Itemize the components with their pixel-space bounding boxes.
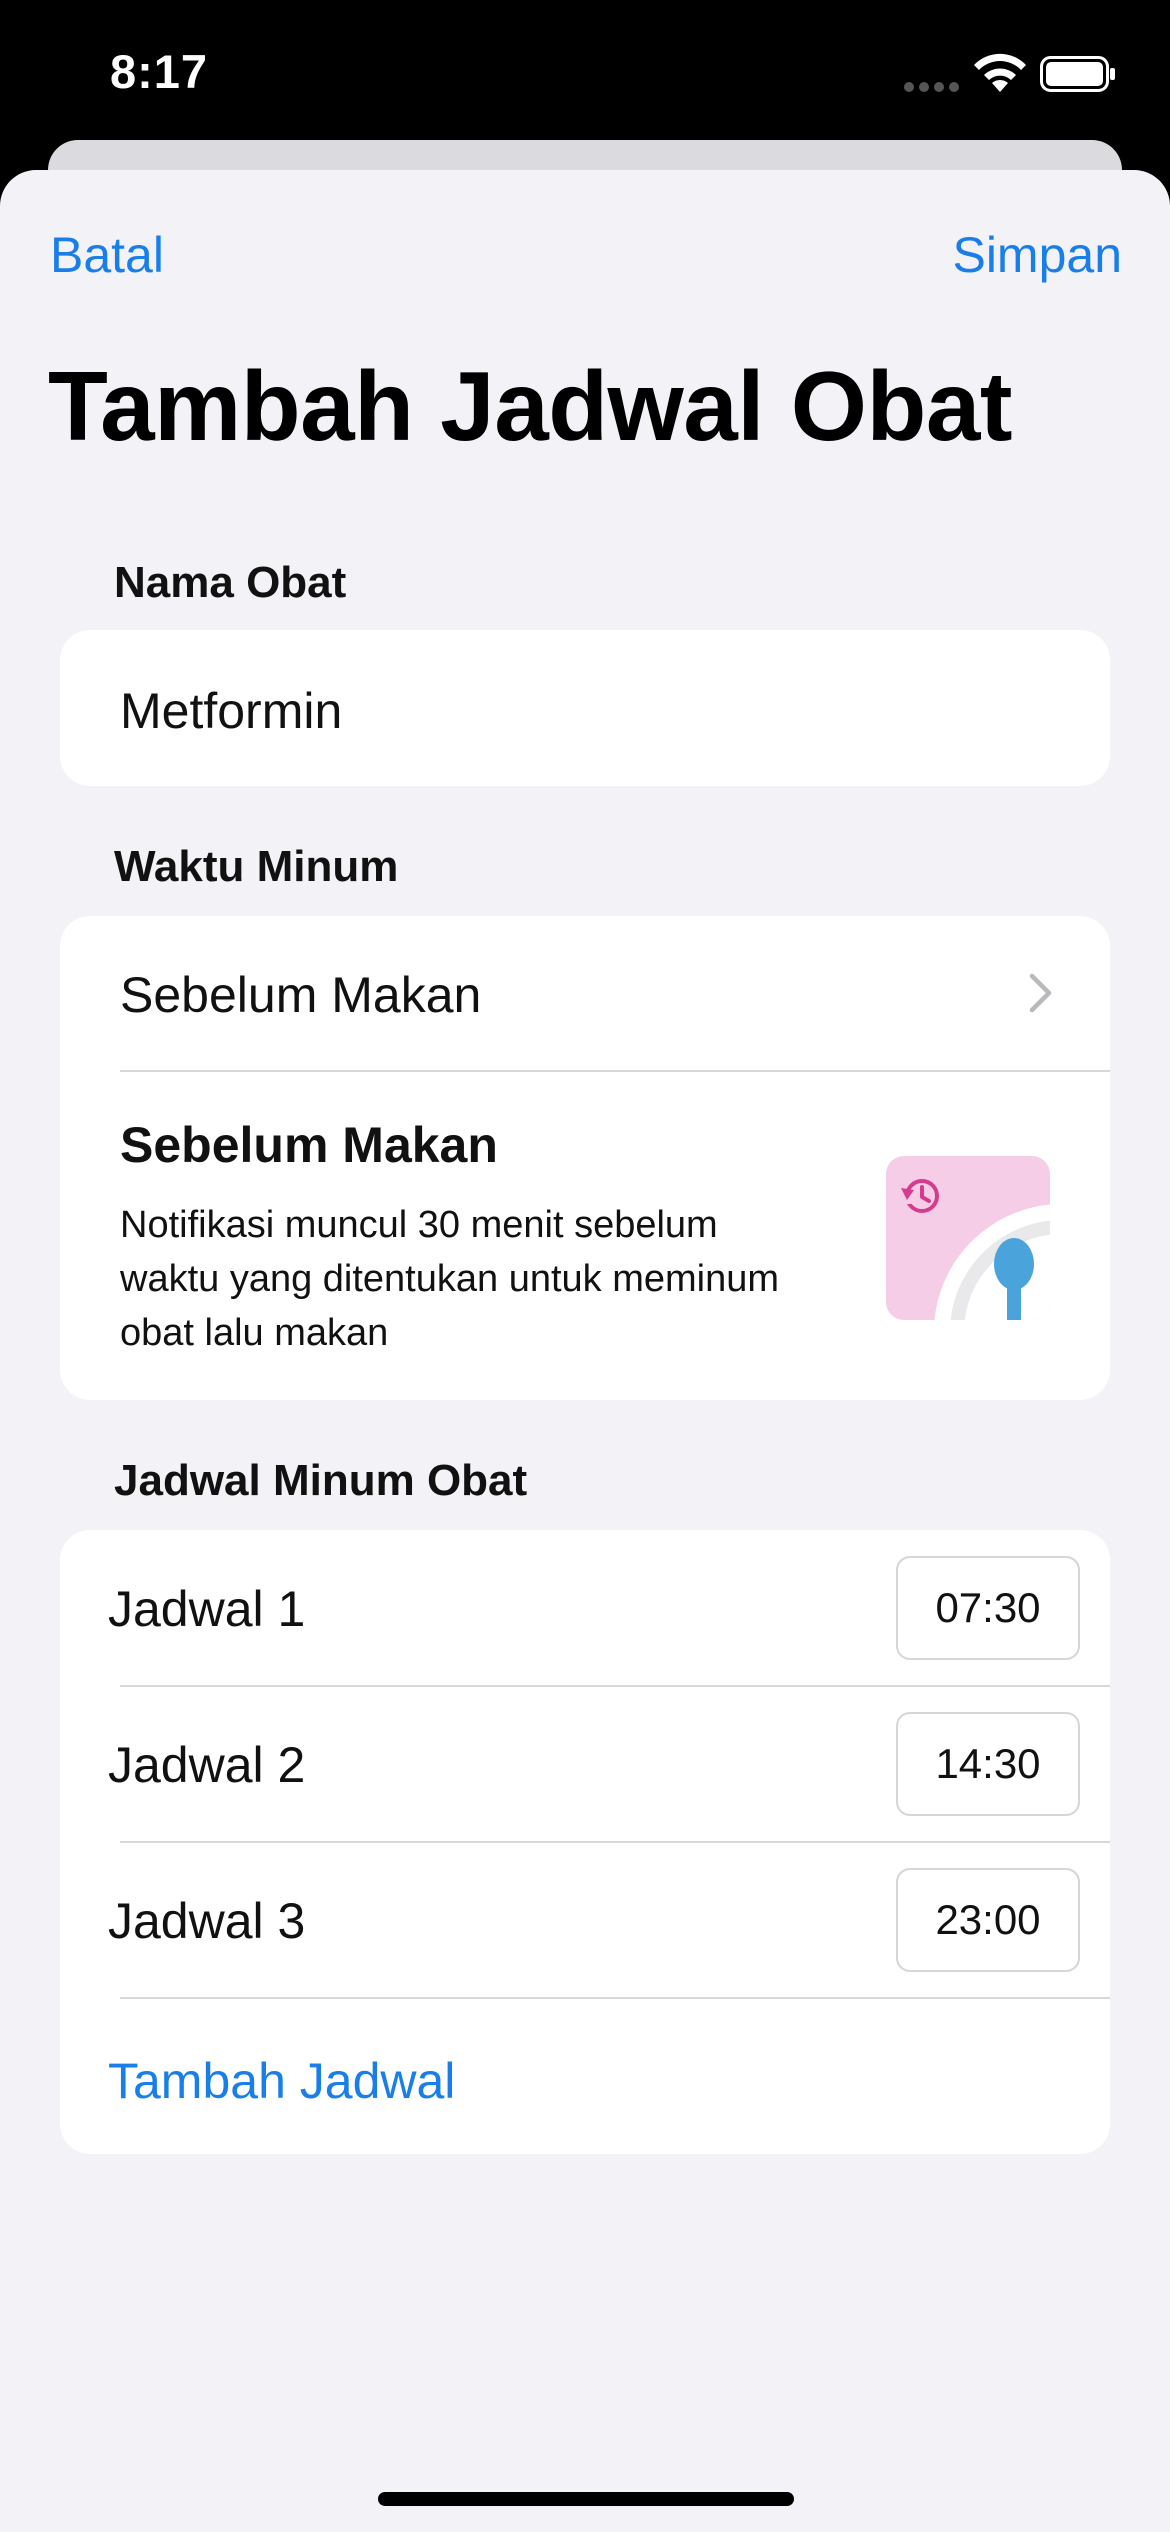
schedule-row: Jadwal 2 14:30 [60, 1686, 1110, 1842]
add-schedule-button[interactable]: Tambah Jadwal [108, 2052, 455, 2110]
home-indicator[interactable] [378, 2492, 794, 2506]
medicine-name-label: Nama Obat [114, 558, 347, 607]
timing-picker[interactable]: Sebelum Makan [60, 916, 1110, 1070]
schedule-row-label: Jadwal 3 [108, 1893, 306, 1949]
modal-sheet: Batal Simpan Tambah Jadwal Obat Nama Oba… [0, 170, 1170, 2532]
status-time: 8:17 [110, 45, 209, 98]
medicine-name-input[interactable] [120, 682, 1020, 740]
schedule-row-label: Jadwal 1 [108, 1581, 306, 1637]
time-picker-button[interactable]: 07:30 [896, 1556, 1080, 1660]
divider [120, 1997, 1110, 1999]
status-bar: 8:17 [0, 0, 1170, 140]
schedule-row: Jadwal 1 07:30 [60, 1530, 1110, 1686]
save-button[interactable]: Simpan [952, 226, 1122, 284]
signal-icon [904, 82, 959, 92]
timing-card: Sebelum Makan Sebelum Makan Notifikasi m… [60, 916, 1110, 1400]
schedule-label: Jadwal Minum Obat [114, 1456, 528, 1505]
schedule-row-label: Jadwal 2 [108, 1737, 306, 1793]
cancel-button[interactable]: Batal [50, 226, 164, 284]
before-meal-icon [886, 1156, 1050, 1320]
battery-icon [1040, 56, 1115, 92]
schedule-card: Jadwal 1 07:30 Jadwal 2 14:30 Jadwal 3 2… [60, 1530, 1110, 2154]
timing-picker-value: Sebelum Makan [120, 967, 482, 1023]
time-picker-button[interactable]: 23:00 [896, 1868, 1080, 1972]
page-title: Tambah Jadwal Obat [48, 351, 1012, 461]
schedule-row: Jadwal 3 23:00 [60, 1842, 1110, 1998]
wifi-icon [974, 53, 1026, 92]
medicine-name-card [60, 630, 1110, 786]
timing-info-title: Sebelum Makan [120, 1117, 498, 1173]
divider [120, 1070, 1110, 1072]
timing-label: Waktu Minum [114, 842, 399, 891]
chevron-right-icon [1029, 973, 1052, 1013]
timing-info-description: Notifikasi muncul 30 menit sebelum waktu… [120, 1204, 780, 1354]
time-picker-button[interactable]: 14:30 [896, 1712, 1080, 1816]
